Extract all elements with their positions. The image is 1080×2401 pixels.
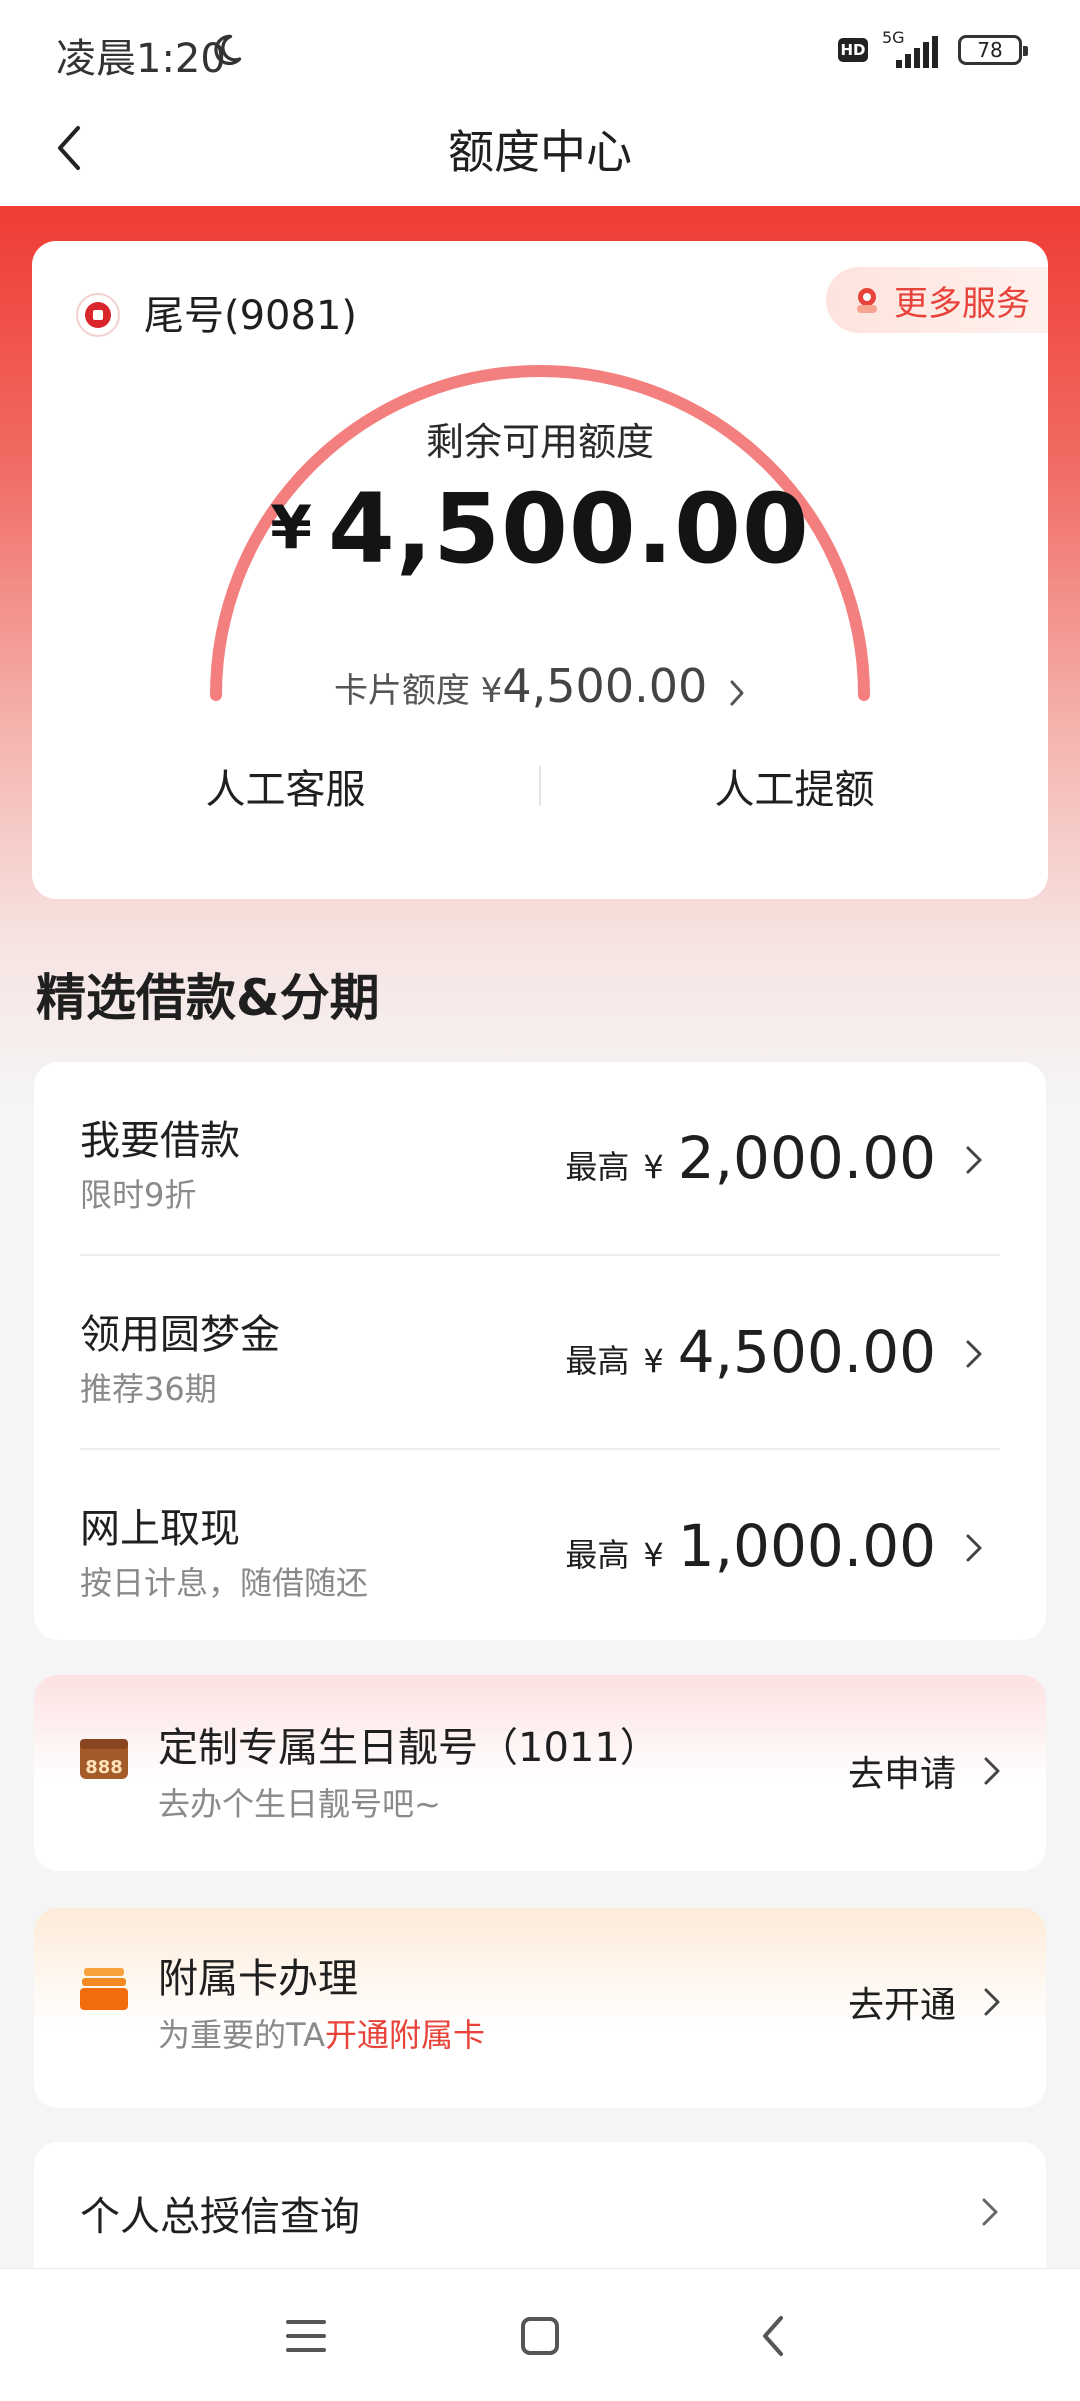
- system-back-button[interactable]: [747, 2309, 801, 2363]
- subsidiary-card-promo[interactable]: 附属卡办理 为重要的TA开通附属卡 去开通: [34, 1908, 1046, 2108]
- limit-increase-button[interactable]: 人工提额: [541, 757, 1048, 815]
- menu-button[interactable]: [279, 2309, 333, 2363]
- more-services-button[interactable]: 更多服务: [826, 267, 1048, 333]
- promo-title: 定制专属生日靓号（1011）: [158, 1725, 660, 1771]
- home-button[interactable]: [513, 2309, 567, 2363]
- card-tail-number[interactable]: 尾号(9081): [144, 283, 357, 341]
- promo-title: 附属卡办理: [158, 1956, 358, 2002]
- chevron-right-icon: [982, 2198, 998, 2226]
- loan-currency: ¥: [643, 1342, 664, 1380]
- loan-subtitle: 按日计息，随借随还: [80, 1564, 369, 1602]
- service-agent-icon: [857, 288, 877, 313]
- subtitle-prefix: 为重要的TA: [158, 2016, 325, 2054]
- loan-currency: ¥: [643, 1148, 664, 1186]
- chevron-right-icon: [966, 1534, 982, 1562]
- loan-row-borrow[interactable]: 我要借款 限时9折 最高 ¥ 2,000.00: [34, 1062, 1046, 1254]
- section-title: 精选借款&分期: [36, 969, 380, 1027]
- lucky-number-icon: 888: [80, 1739, 128, 1779]
- activate-button[interactable]: 去开通: [848, 1976, 956, 2028]
- chevron-right-icon: [966, 1340, 982, 1368]
- chevron-right-icon: [984, 1988, 1000, 2016]
- status-indicators: HD 5G 78: [838, 28, 1028, 70]
- chevron-right-icon: [984, 1757, 1000, 1785]
- chevron-left-icon: [763, 2316, 783, 2356]
- loan-row-dream-fund[interactable]: 领用圆梦金 推荐36期 最高 ¥ 4,500.00: [34, 1256, 1046, 1448]
- status-bar: 凌晨1:20 HD 5G 78: [0, 0, 1080, 90]
- loan-amount: 最高 ¥ 1,000.00: [565, 1512, 936, 1580]
- loan-amount: 最高 ¥ 2,000.00: [565, 1124, 936, 1192]
- loan-subtitle: 限时9折: [80, 1176, 197, 1214]
- battery-level: 78: [977, 38, 1003, 62]
- customer-service-button[interactable]: 人工客服: [32, 757, 539, 815]
- card-limit-value: 4,500.00: [502, 659, 708, 713]
- loan-amount-value: 1,000.00: [677, 1512, 936, 1580]
- card-stack-icon: [80, 1968, 128, 2010]
- loan-amount-value: 4,500.00: [677, 1318, 936, 1386]
- credit-query-label: 个人总授信查询: [80, 2194, 360, 2240]
- signal-icon: 5G: [882, 28, 944, 70]
- loan-title: 我要借款: [80, 1118, 240, 1164]
- loan-title: 网上取现: [80, 1506, 240, 1552]
- home-square-icon: [521, 2317, 559, 2355]
- card-limit-label: 卡片额度 ¥: [333, 671, 503, 711]
- hd-badge: HD: [838, 38, 868, 62]
- moon-icon: [214, 34, 242, 66]
- chevron-right-icon: [966, 1146, 982, 1174]
- loan-amount-prefix: 最高: [565, 1536, 630, 1574]
- more-services-label: 更多服务: [894, 283, 1030, 324]
- promo-subtitle: 去办个生日靓号吧~: [158, 1785, 441, 1823]
- loan-amount-prefix: 最高: [565, 1342, 630, 1380]
- remaining-amount-value: 4,500.00: [328, 473, 810, 585]
- system-navigation-bar: [0, 2268, 1080, 2401]
- bank-logo-icon: [76, 293, 120, 337]
- remaining-quota-label: 剩余可用额度: [425, 420, 654, 464]
- status-time: 凌晨1:20: [56, 36, 226, 82]
- loan-amount-prefix: 最高: [565, 1148, 630, 1186]
- subtitle-highlight: 开通附属卡: [324, 2016, 485, 2054]
- currency-symbol: ¥: [270, 493, 313, 563]
- loan-currency: ¥: [643, 1536, 664, 1574]
- card-limit-link[interactable]: 卡片额度 ¥4,500.00: [32, 659, 1048, 713]
- loan-subtitle: 推荐36期: [80, 1370, 217, 1408]
- quota-card: 尾号(9081) 更多服务 剩余可用额度 ¥4,500.00 卡片额度 ¥4,5…: [32, 241, 1048, 899]
- apply-button[interactable]: 去申请: [848, 1745, 956, 1797]
- birthday-number-promo[interactable]: 888 定制专属生日靓号（1011） 去办个生日靓号吧~ 去申请: [34, 1675, 1046, 1871]
- loan-amount-value: 2,000.00: [677, 1124, 936, 1192]
- loan-row-cash-withdrawal[interactable]: 网上取现 按日计息，随借随还 最高 ¥ 1,000.00: [34, 1450, 1046, 1642]
- chevron-right-icon: [730, 680, 744, 705]
- remaining-quota-amount: ¥4,500.00: [32, 473, 1048, 585]
- menu-icon: [286, 2320, 326, 2352]
- loans-card: 我要借款 限时9折 最高 ¥ 2,000.00 领用圆梦金 推荐36期 最高 ¥…: [34, 1062, 1046, 1640]
- loan-title: 领用圆梦金: [80, 1312, 280, 1358]
- icon-text: 888: [85, 1757, 123, 1778]
- battery-icon: 78: [958, 35, 1028, 65]
- page-title: 额度中心: [448, 125, 632, 179]
- card-actions: 人工客服 人工提额: [32, 756, 1048, 816]
- promo-subtitle: 为重要的TA开通附属卡: [158, 2010, 485, 2056]
- loan-amount: 最高 ¥ 4,500.00: [565, 1318, 936, 1386]
- nav-bar: 额度中心: [0, 90, 1080, 206]
